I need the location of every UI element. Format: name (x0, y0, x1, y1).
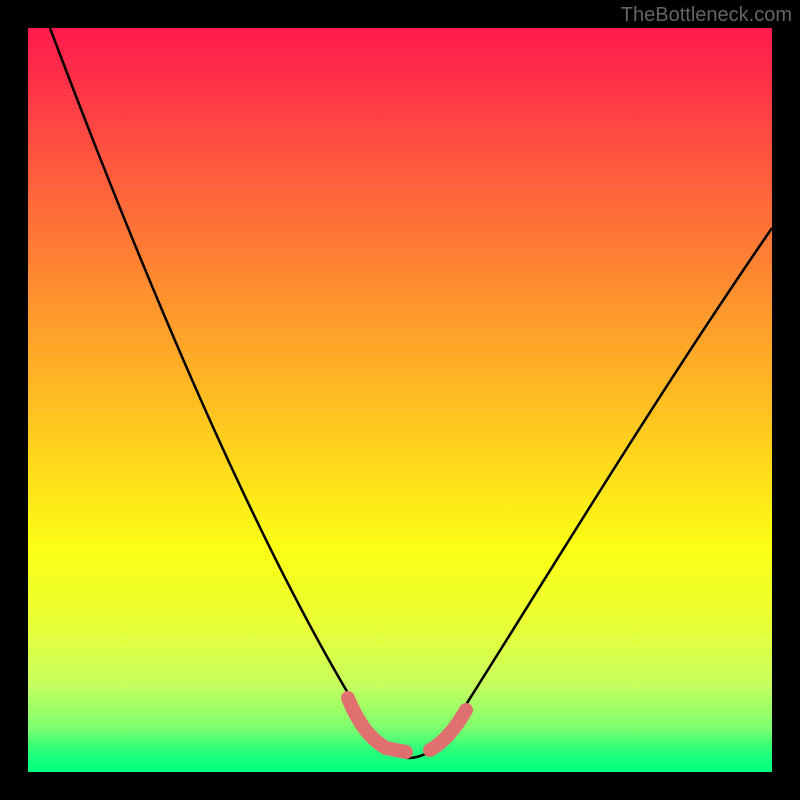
bottleneck-curve (50, 28, 772, 758)
chart-svg (28, 28, 772, 772)
left-foot-marker (348, 698, 406, 752)
watermark-text: TheBottleneck.com (621, 4, 792, 27)
right-foot-marker (430, 710, 466, 750)
